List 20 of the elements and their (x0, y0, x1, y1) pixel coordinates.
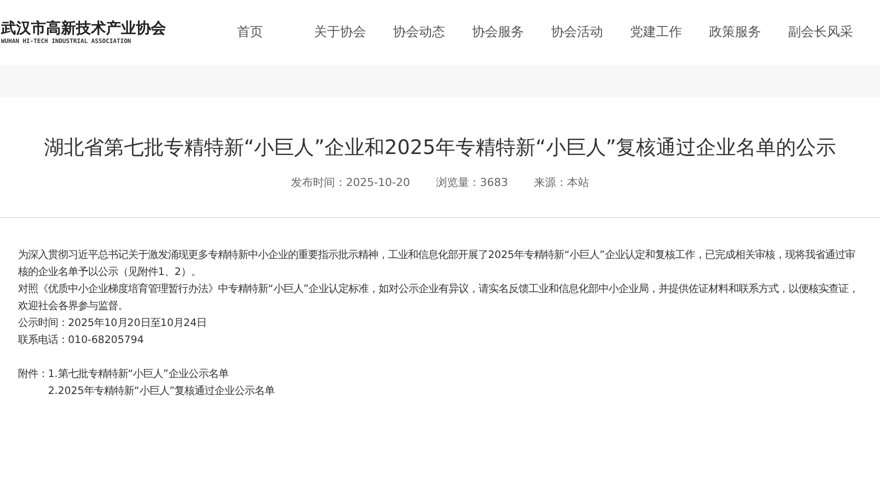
article-paragraph: 对照《优质中小企业梯度培育管理暂行办法》中专精特新“小巨人”企业认定标准，如对公示企业有异议，请实名反馈工业和信息化部中小企业局，并提供佐证材料和联系方式，以便核实查证，欢迎社会各界参与监督。 (18, 282, 860, 314)
nav-link[interactable]: 关于协会 (314, 22, 366, 42)
nav-link[interactable]: 协会动态 (393, 22, 445, 42)
article-meta: 浏览量：3683 (436, 175, 508, 191)
nav-link[interactable]: 政策服务 (709, 22, 761, 42)
nav-link[interactable]: 协会服务 (472, 22, 524, 42)
article-meta: 发布时间：2025-10-20 (291, 175, 410, 191)
article-paragraph: 公示时间：2025年10月20日至10月24日 (18, 316, 208, 330)
nav-link[interactable]: 副会长风采 (788, 22, 853, 42)
nav-link[interactable]: 首页 (237, 22, 263, 42)
article-meta: 来源：本站 (534, 175, 589, 191)
article-paragraph: 联系电话：010-68205794 (18, 332, 145, 348)
attachment-item: 1.第七批专精特新“小巨人”企业公示名单 (48, 366, 230, 382)
article-paragraph: 为深入贯彻习近平总书记关于激发涌现更多专精特新中小企业的重要指示批示精神，工业和信息化部开展了2025年专精特新“小巨人”企业认定和复核工作，已完成相关审核，现将我省通过审核的企业名单予以公示（见附件1、2）。 (18, 248, 856, 280)
nav-link[interactable]: 党建工作 (630, 22, 682, 42)
attachments-label: 附件： (18, 366, 48, 382)
attachment-item: 2.2025年专精特新“小巨人”复核通过企业公示名单 (48, 384, 275, 398)
article-title: 湖北省第七批专精特新“小巨人”企业和2025年专精特新“小巨人”复核通过企业名单的公示 (44, 134, 836, 160)
nav-link[interactable]: 协会活动 (551, 22, 603, 42)
site-name: 武汉市高新技术产业协会 (1, 19, 167, 37)
